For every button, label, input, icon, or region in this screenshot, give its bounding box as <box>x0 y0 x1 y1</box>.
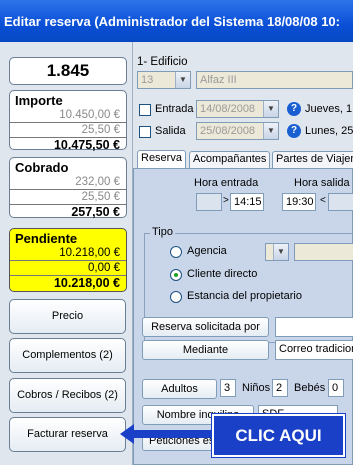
chevron-down-icon[interactable]: ▼ <box>175 72 190 88</box>
bebes-label: Bebés <box>294 382 326 394</box>
cobrado-total: 257,50 € <box>71 205 120 219</box>
cobrado-line: 25,50 € <box>10 190 126 205</box>
reservation-number: 1.845 <box>9 57 127 85</box>
facturar-reserva-button[interactable]: Facturar reserva <box>9 417 126 452</box>
tipo-cliente-directo-label: Cliente directo <box>187 268 258 280</box>
edificio-code-select[interactable]: 13 ▼ <box>137 71 191 89</box>
chevron-down-icon[interactable]: ▼ <box>263 101 278 117</box>
hora-entrada-label: Hora entrada <box>194 177 259 189</box>
importe-line: 25,50 € <box>10 123 126 138</box>
chevron-right-icon[interactable]: > <box>223 195 229 206</box>
entrada-label: Entrada <box>155 103 194 115</box>
tab-partes-de-viajero[interactable]: Partes de Viajero <box>272 151 353 168</box>
arrow-left-icon <box>120 424 214 444</box>
salida-checkbox[interactable] <box>139 126 151 138</box>
ninos-field[interactable]: 2 <box>272 379 288 397</box>
mediante-button[interactable]: Mediante <box>142 340 269 360</box>
adultos-field[interactable]: 3 <box>220 379 236 397</box>
tipo-estancia-label: Estancia del propietario <box>187 290 302 302</box>
tipo-estancia-radio[interactable] <box>170 291 182 303</box>
salida-label: Salida <box>155 125 186 137</box>
cobrado-title: Cobrado <box>15 160 69 175</box>
chevron-left-icon[interactable]: < <box>320 195 326 206</box>
salida-day: Lunes, 25 <box>305 125 353 137</box>
hora-entrada-decrement[interactable] <box>196 193 222 211</box>
complementos-button[interactable]: Complementos (2) <box>9 338 126 373</box>
reservation-form: 1- Edificio 13 ▼ Alfaz III Entrada 14/08… <box>133 42 353 465</box>
tab-reserva[interactable]: Reserva <box>137 150 186 169</box>
agencia-name-field <box>294 243 353 261</box>
reserva-solicitada-button[interactable]: Reserva solicitada por <box>142 317 269 337</box>
precio-button[interactable]: Precio <box>9 299 126 334</box>
tipo-agencia-radio[interactable] <box>170 246 182 258</box>
hora-entrada-field[interactable]: 14:15 <box>230 193 264 211</box>
pendiente-title: Pendiente <box>15 231 78 246</box>
importe-line: 10.450,00 € <box>10 108 126 123</box>
chevron-down-icon[interactable]: ▼ <box>273 244 288 260</box>
tipo-cliente-directo-radio[interactable] <box>170 269 182 281</box>
entrada-date: 14/08/2008 <box>200 103 256 115</box>
pendiente-box: Pendiente 10.218,00 € 0,00 € 10.218,00 € <box>9 228 127 292</box>
hora-salida-label: Hora salida <box>294 177 350 189</box>
tipo-label: Tipo <box>150 226 175 238</box>
cobrado-line: 232,00 € <box>10 175 126 190</box>
reserva-solicitada-field[interactable] <box>275 317 353 337</box>
bebes-field[interactable]: 0 <box>328 379 344 397</box>
salida-date: 25/08/2008 <box>200 125 256 137</box>
entrada-checkbox[interactable] <box>139 104 151 116</box>
cobrado-box: Cobrado 232,00 € 25,50 € 257,50 € <box>9 157 127 219</box>
ninos-label: Niños <box>242 382 271 394</box>
mediante-field[interactable]: Correo tradicion <box>275 340 353 360</box>
window-title: Editar reserva (Administrador del Sistem… <box>0 0 353 42</box>
help-icon[interactable]: ? <box>287 102 301 116</box>
importe-box: Importe 10.450,00 € 25,50 € 10.475,50 € <box>9 90 127 152</box>
agencia-select[interactable]: ▼ <box>265 243 289 261</box>
summary-panel: 1.845 Importe 10.450,00 € 25,50 € 10.475… <box>0 42 133 465</box>
pendiente-line: 10.218,00 € <box>10 246 126 261</box>
tab-acompanantes[interactable]: Acompañantes <box>189 151 271 168</box>
tipo-agencia-label: Agencia <box>187 245 227 257</box>
pendiente-total: 10.218,00 € <box>53 276 120 290</box>
chevron-down-icon[interactable]: ▼ <box>263 123 278 139</box>
pendiente-line: 0,00 € <box>10 261 126 276</box>
importe-title: Importe <box>15 93 63 108</box>
hora-salida-field[interactable]: 19:30 <box>282 193 316 211</box>
cobros-recibos-button[interactable]: Cobros / Recibos (2) <box>9 378 126 413</box>
importe-total: 10.475,50 € <box>53 138 120 152</box>
edificio-label: 1- Edificio <box>137 56 188 68</box>
entrada-day: Jueves, 1 <box>305 103 353 115</box>
clic-aqui-callout: CLIC AQUI <box>212 414 345 457</box>
entrada-date-field[interactable]: 14/08/2008 ▼ <box>196 100 279 118</box>
edificio-name-field: Alfaz III <box>196 71 353 89</box>
edificio-code: 13 <box>141 74 154 86</box>
hora-salida-increment[interactable] <box>328 193 353 211</box>
adultos-button[interactable]: Adultos <box>142 379 217 399</box>
help-icon[interactable]: ? <box>287 124 301 138</box>
salida-date-field[interactable]: 25/08/2008 ▼ <box>196 122 279 140</box>
